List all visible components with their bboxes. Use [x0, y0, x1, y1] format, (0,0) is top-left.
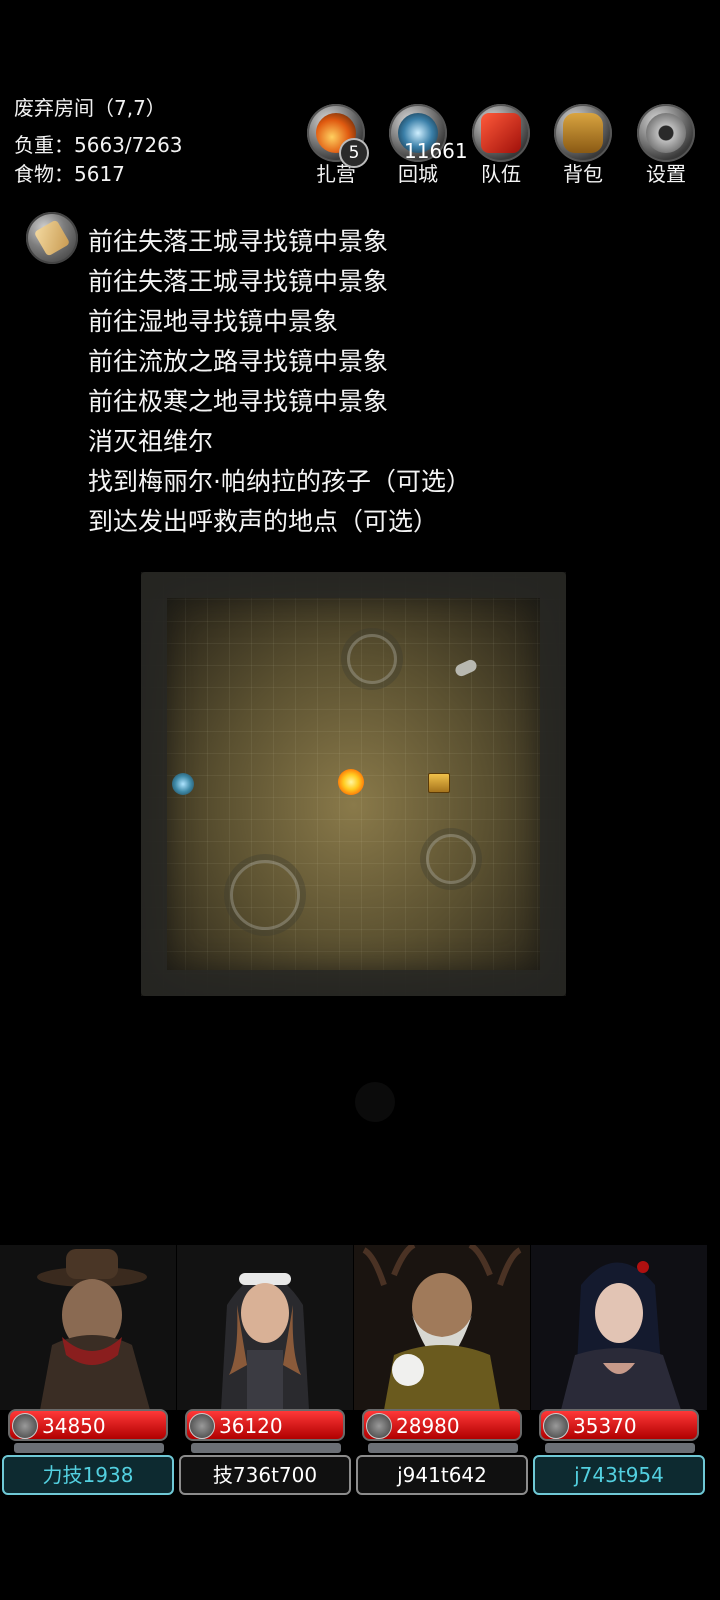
- quest-item: 前往流放之路寻找镜中景象: [88, 347, 389, 376]
- hp-bar: 34850: [8, 1409, 168, 1441]
- hero-card[interactable]: 28980 j941t642: [354, 1245, 530, 1505]
- quest-item: 前往湿地寻找镜中景象: [88, 307, 339, 336]
- load-stat: 负重：5663/7263: [14, 133, 183, 157]
- cowboy-hero-portrait: [0, 1245, 176, 1410]
- hp-value: 36120: [219, 1414, 283, 1438]
- quest-item: 前往失落王城寻找镜中景象: [88, 267, 389, 296]
- hp-bar: 28980: [362, 1409, 522, 1441]
- quest-list: 前往失落王城寻找镜中景象 前往失落王城寻找镜中景象 前往湿地寻找镜中景象 前往流…: [88, 222, 471, 542]
- sword-icon: [12, 1413, 38, 1439]
- bag-button[interactable]: 背包: [547, 104, 619, 186]
- camp-button[interactable]: 5 扎营: [300, 104, 372, 186]
- party-panel: 34850 力技1938 36120 技736t700 28980 j941t6…: [0, 1245, 720, 1505]
- joystick-center[interactable]: [355, 1082, 395, 1122]
- treasure-chest-icon[interactable]: [428, 773, 450, 793]
- floor-seal-ring: [347, 634, 397, 684]
- return-town-label: 回城: [398, 162, 438, 186]
- druid-hero-portrait: [354, 1245, 530, 1410]
- team-button[interactable]: 队伍: [465, 104, 537, 186]
- settings-button[interactable]: 设置: [630, 104, 702, 186]
- quest-item: 到达发出呼救声的地点（可选）: [88, 507, 439, 536]
- sword-icon: [189, 1413, 215, 1439]
- team-banner-icon: [472, 104, 530, 162]
- food-stat: 食物：5617: [14, 162, 125, 186]
- hp-value: 34850: [42, 1414, 106, 1438]
- nun-hero-portrait: [177, 1245, 353, 1410]
- hero-card[interactable]: 34850 力技1938: [0, 1245, 176, 1505]
- hp-bar: 35370: [539, 1409, 699, 1441]
- warrior-woman-hero-portrait: [531, 1245, 707, 1410]
- quest-item: 前往极寒之地寻找镜中景象: [88, 387, 389, 416]
- quest-item: 消灭祖维尔: [88, 427, 214, 456]
- barrel-icon: [554, 104, 612, 162]
- quest-scroll-icon[interactable]: [26, 212, 78, 264]
- energy-bar: [14, 1443, 164, 1453]
- hero-name-plate[interactable]: j743t954: [533, 1455, 705, 1495]
- portal-marker-icon[interactable]: [172, 773, 194, 795]
- energy-bar: [368, 1443, 518, 1453]
- settings-label: 设置: [646, 162, 686, 186]
- top-toolbar: 5 扎营 回城 11661 队伍 背包 设置: [300, 104, 720, 194]
- quest-item: 前往失落王城寻找镜中景象: [88, 227, 389, 256]
- room-name: 废弃房间（7,7）: [14, 96, 166, 120]
- floor-seal-ring: [230, 860, 300, 930]
- hero-name-plate[interactable]: j941t642: [356, 1455, 528, 1495]
- hp-value: 28980: [396, 1414, 460, 1438]
- energy-bar: [191, 1443, 341, 1453]
- bag-label: 背包: [563, 162, 603, 186]
- player-marker-icon: [338, 769, 364, 795]
- gold-count: 11661: [404, 139, 468, 163]
- quest-item: 找到梅丽尔·帕纳拉的孩子（可选）: [88, 467, 471, 496]
- energy-bar: [545, 1443, 695, 1453]
- hp-bar: 36120: [185, 1409, 345, 1441]
- floor-seal-ring: [426, 834, 476, 884]
- sword-icon: [366, 1413, 392, 1439]
- sword-icon: [543, 1413, 569, 1439]
- campfire-icon: 5: [307, 104, 369, 168]
- hero-name-plate[interactable]: 技736t700: [179, 1455, 351, 1495]
- camp-count-badge: 5: [339, 138, 369, 168]
- team-label: 队伍: [481, 162, 521, 186]
- hero-card[interactable]: 36120 技736t700: [177, 1245, 353, 1505]
- hero-name-plate[interactable]: 力技1938: [2, 1455, 174, 1495]
- hp-value: 35370: [573, 1414, 637, 1438]
- gear-icon: [637, 104, 695, 162]
- hero-card[interactable]: 35370 j743t954: [531, 1245, 707, 1505]
